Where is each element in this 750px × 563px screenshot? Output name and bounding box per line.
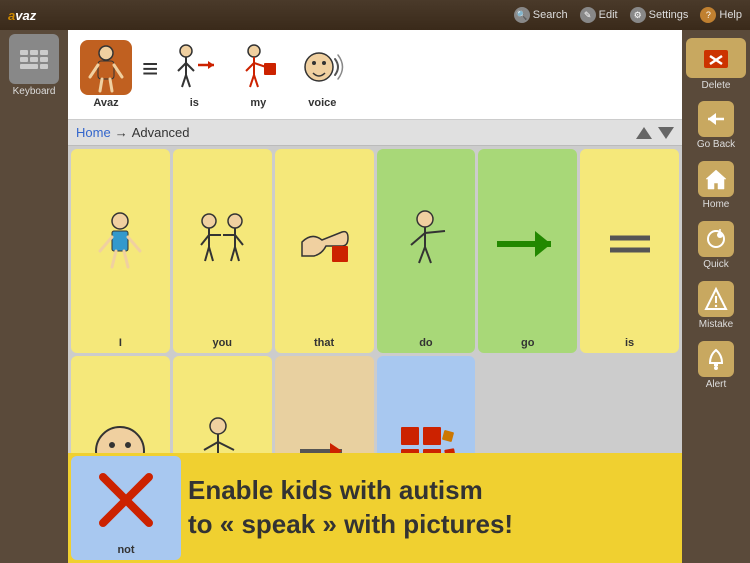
banner-text: Enable kids with autismto « speak » with…: [188, 474, 513, 542]
grid-cell-that[interactable]: that: [275, 149, 374, 353]
home-icon: [698, 161, 734, 197]
sentence-word-avaz[interactable]: Avaz: [76, 40, 136, 109]
sentence-word-label-is: is: [190, 97, 199, 109]
edit-icon: ✎: [580, 7, 596, 23]
cell-label-go: go: [521, 337, 534, 349]
keyboard-icon: [20, 50, 48, 69]
sentence-bar: Avaz ≡: [68, 30, 682, 120]
settings-button[interactable]: ⚙ Settings: [630, 7, 689, 23]
go-back-icon: [698, 101, 734, 137]
not-icon: [91, 456, 161, 544]
alert-label: Alert: [706, 379, 727, 390]
quick-label: Quick: [703, 259, 729, 270]
help-label: Help: [719, 9, 742, 21]
topbar: avaz 🔍 Search ✎ Edit ⚙ Settings ? Help: [0, 0, 750, 30]
mistake-button[interactable]: Mistake: [686, 275, 746, 335]
sentence-word-label-voice: voice: [308, 97, 336, 109]
delete-label: Delete: [702, 80, 731, 91]
sort-down-button[interactable]: [658, 127, 674, 139]
sort-buttons: [636, 127, 674, 139]
edit-label: Edit: [599, 9, 618, 21]
settings-icon: ⚙: [630, 7, 646, 23]
main-area: Keyboard Avaz: [0, 30, 750, 563]
cell-label-not: not: [117, 544, 134, 556]
sentence-word-is[interactable]: is: [164, 40, 224, 109]
that-icon: [279, 153, 370, 335]
sentence-equals: ≡: [142, 53, 158, 97]
is-icon: [584, 153, 675, 335]
do-icon: [381, 153, 472, 335]
avaz-icon: [80, 40, 132, 95]
go-back-button[interactable]: Go Back: [686, 95, 746, 155]
alert-icon: [698, 341, 734, 377]
sentence-word-label-avaz: Avaz: [93, 97, 118, 109]
cell-label-do: do: [419, 337, 432, 349]
go-back-label: Go Back: [697, 139, 735, 150]
cell-label-I: I: [119, 337, 122, 349]
grid-cell-do[interactable]: do: [377, 149, 476, 353]
keyboard-label: Keyboard: [13, 86, 56, 97]
delete-button[interactable]: [686, 38, 746, 78]
sentence-word-voice[interactable]: voice: [292, 40, 352, 109]
quick-icon: [698, 221, 734, 257]
sort-up-button[interactable]: [636, 127, 652, 139]
grid-cell-you[interactable]: you: [173, 149, 272, 353]
right-sidebar: Delete Go Back Home: [682, 30, 750, 563]
help-button[interactable]: ? Help: [700, 7, 742, 23]
mistake-label: Mistake: [699, 319, 733, 330]
grid-cell-go[interactable]: go: [478, 149, 577, 353]
topbar-actions: 🔍 Search ✎ Edit ⚙ Settings ? Help: [514, 7, 742, 23]
search-label: Search: [533, 9, 568, 21]
help-icon: ?: [700, 7, 716, 23]
app-logo: avaz: [8, 8, 36, 23]
sentence-word-my[interactable]: my: [228, 40, 288, 109]
settings-label: Settings: [649, 9, 689, 21]
cell-label-you: you: [212, 337, 232, 349]
edit-button[interactable]: ✎ Edit: [580, 7, 618, 23]
cell-label-that: that: [314, 337, 334, 349]
home-button[interactable]: Home: [686, 155, 746, 215]
you-icon: [177, 153, 268, 335]
go-icon: [482, 153, 573, 335]
sentence-word-label-my: my: [250, 97, 266, 109]
center-content: Avaz ≡: [68, 30, 682, 563]
cell-label-is: is: [625, 337, 634, 349]
breadcrumb-current: Advanced: [132, 125, 190, 140]
promotion-banner: not Enable kids with autismto « speak » …: [68, 453, 682, 563]
mistake-icon: [698, 281, 734, 317]
home-label: Home: [703, 199, 730, 210]
left-sidebar: Keyboard: [0, 30, 68, 563]
search-button[interactable]: 🔍 Search: [514, 7, 568, 23]
quick-button[interactable]: Quick: [686, 215, 746, 275]
breadcrumb: Home → Advanced: [68, 120, 682, 146]
grid-cell-I[interactable]: I: [71, 149, 170, 353]
breadcrumb-home[interactable]: Home: [76, 125, 111, 140]
grid: I: [68, 146, 682, 563]
I-icon: [75, 153, 166, 335]
search-icon: 🔍: [514, 7, 530, 23]
breadcrumb-arrow: →: [115, 125, 128, 140]
grid-cell-not[interactable]: not: [71, 456, 181, 560]
grid-cell-is[interactable]: is: [580, 149, 679, 353]
alert-button[interactable]: Alert: [686, 335, 746, 395]
keyboard-button[interactable]: [9, 34, 59, 84]
